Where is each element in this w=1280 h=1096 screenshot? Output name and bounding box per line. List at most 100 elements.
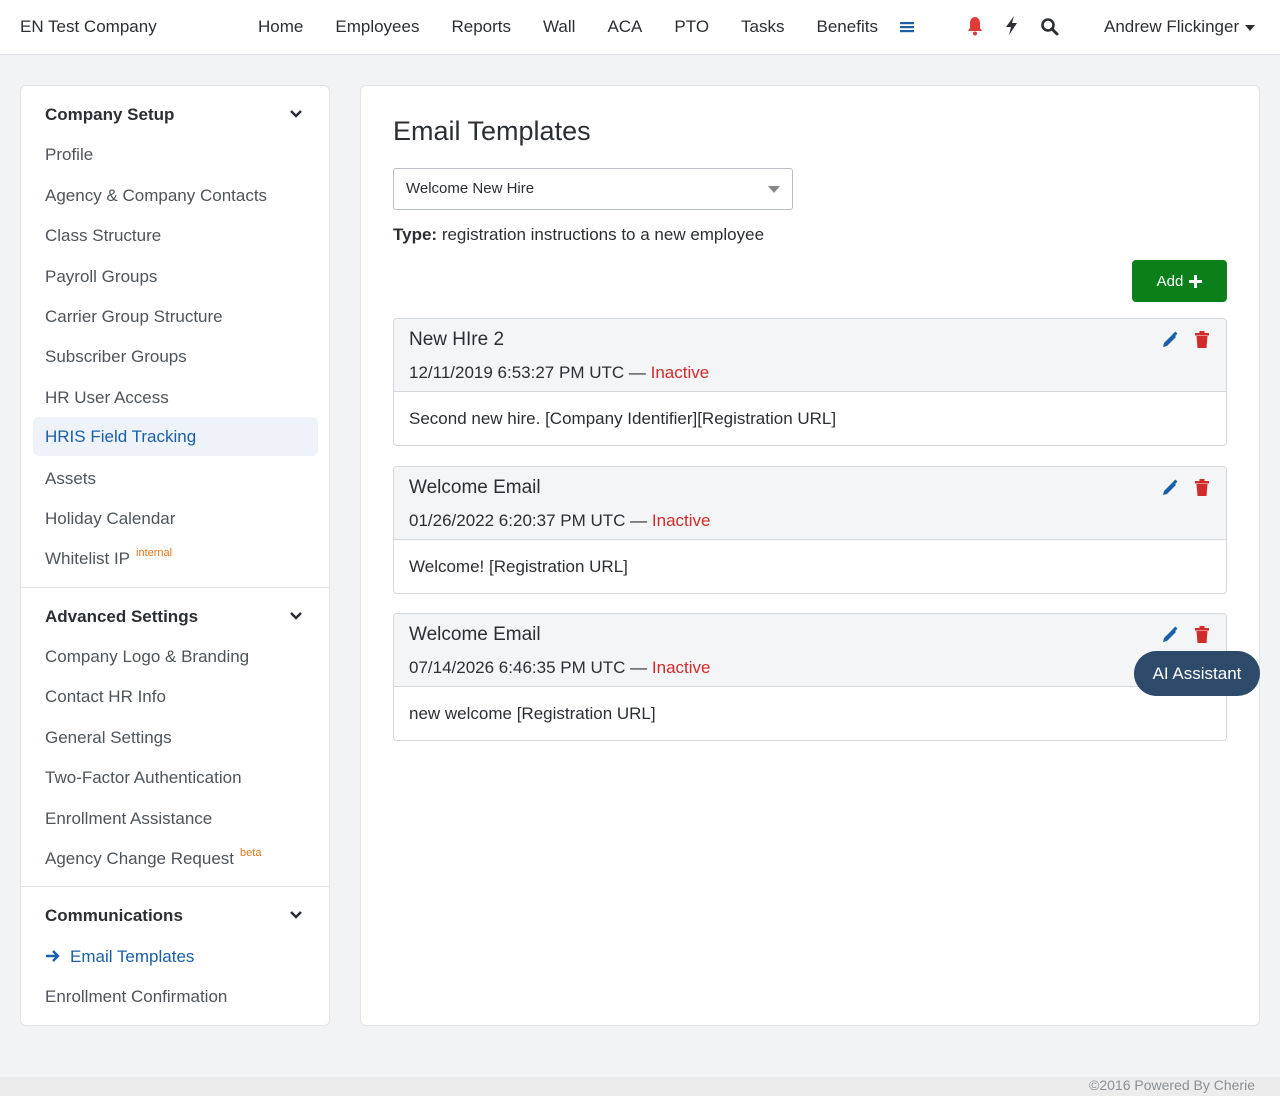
template-meta: 12/11/2019 6:53:27 PM UTC — Inactive bbox=[409, 363, 709, 383]
pencil-icon[interactable] bbox=[1161, 479, 1179, 497]
footer-text: ©2016 Powered By Cherie bbox=[1089, 1077, 1255, 1093]
nav-icons bbox=[898, 15, 1060, 37]
dropdown-arrow-icon bbox=[768, 186, 780, 193]
sidebar-item-subscriber-groups[interactable]: Subscriber Groups bbox=[45, 347, 187, 367]
separator: — bbox=[630, 658, 648, 677]
search-icon[interactable] bbox=[1040, 15, 1060, 37]
bell-icon[interactable] bbox=[966, 15, 986, 37]
plus-icon bbox=[1189, 274, 1203, 288]
template-card: Welcome Email 01/26/2022 6:20:37 PM UTC … bbox=[393, 466, 1227, 594]
menu-icon[interactable] bbox=[898, 15, 918, 37]
sidebar-item-email-templates[interactable]: Email Templates bbox=[45, 947, 194, 967]
pencil-icon[interactable] bbox=[1161, 331, 1179, 349]
trash-icon[interactable] bbox=[1194, 331, 1212, 349]
template-body: Second new hire. [Company Identifier][Re… bbox=[409, 409, 837, 428]
divider bbox=[21, 587, 329, 588]
sidebar-item-two-factor[interactable]: Two-Factor Authentication bbox=[45, 768, 242, 788]
sidebar-item-hris-field-tracking[interactable]: HRIS Field Tracking bbox=[33, 417, 318, 456]
type-description: Type: registration instructions to a new… bbox=[393, 225, 764, 245]
status-badge: Inactive bbox=[650, 363, 710, 382]
separator: — bbox=[628, 363, 646, 382]
template-actions bbox=[1146, 479, 1212, 497]
top-navbar: EN Test Company Home Employees Reports W… bbox=[0, 0, 1280, 55]
user-menu[interactable]: Andrew Flickinger bbox=[1104, 17, 1256, 37]
email-templates-panel: Email Templates Welcome New Hire Type: r… bbox=[360, 85, 1260, 1026]
template-type-select[interactable]: Welcome New Hire bbox=[393, 168, 793, 210]
add-label: Add bbox=[1156, 272, 1184, 290]
sidebar-item-agency-contacts[interactable]: Agency & Company Contacts bbox=[45, 186, 267, 206]
bolt-icon[interactable] bbox=[1003, 15, 1023, 37]
sidebar-item-profile[interactable]: Profile bbox=[45, 145, 93, 165]
section-company-setup[interactable]: Company Setup bbox=[45, 105, 174, 125]
sidebar-item-general-settings[interactable]: General Settings bbox=[45, 728, 172, 748]
nav-pto[interactable]: PTO bbox=[674, 17, 709, 37]
add-template-button[interactable]: Add bbox=[1132, 260, 1227, 302]
footer-bar bbox=[0, 1077, 1280, 1096]
section-communications[interactable]: Communications bbox=[45, 906, 183, 926]
sidebar-item-hr-user-access[interactable]: HR User Access bbox=[45, 388, 169, 408]
sidebar-item-whitelist-ip[interactable]: Whitelist IP internal bbox=[45, 547, 173, 569]
company-name[interactable]: EN Test Company bbox=[20, 17, 157, 37]
main-nav: Home Employees Reports Wall ACA PTO Task… bbox=[258, 17, 910, 37]
settings-sidebar: Company Setup Profile Agency & Company C… bbox=[20, 85, 330, 1026]
template-header: New HIre 2 12/11/2019 6:53:27 PM UTC — I… bbox=[394, 319, 1226, 392]
status-badge: Inactive bbox=[651, 511, 711, 530]
nav-wall[interactable]: Wall bbox=[543, 17, 575, 37]
template-header: Welcome Email 07/14/2026 6:46:35 PM UTC … bbox=[394, 614, 1226, 687]
sidebar-item-label: Agency Change Request bbox=[45, 849, 235, 868]
page-title: Email Templates bbox=[393, 116, 591, 146]
caret-down-icon bbox=[1245, 24, 1256, 31]
ai-assistant-button[interactable]: AI Assistant bbox=[1134, 651, 1260, 696]
chevron-down-icon[interactable] bbox=[289, 109, 303, 119]
beta-badge: beta bbox=[240, 847, 262, 859]
sidebar-item-enrollment-confirmation[interactable]: Enrollment Confirmation bbox=[45, 987, 227, 1007]
chevron-down-icon[interactable] bbox=[289, 910, 303, 920]
template-body: new welcome [Registration URL] bbox=[409, 704, 656, 723]
nav-aca[interactable]: ACA bbox=[607, 17, 642, 37]
chevron-down-icon[interactable] bbox=[289, 611, 303, 621]
template-date: 01/26/2022 6:20:37 PM UTC bbox=[409, 511, 626, 530]
internal-badge: internal bbox=[136, 547, 173, 559]
template-meta: 07/14/2026 6:46:35 PM UTC — Inactive bbox=[409, 658, 710, 678]
trash-icon[interactable] bbox=[1194, 479, 1212, 497]
template-name: Welcome Email bbox=[409, 624, 541, 645]
template-card: Welcome Email 07/14/2026 6:46:35 PM UTC … bbox=[393, 613, 1227, 741]
template-name: New HIre 2 bbox=[409, 329, 505, 350]
template-date: 07/14/2026 6:46:35 PM UTC bbox=[409, 658, 626, 677]
template-date: 12/11/2019 6:53:27 PM UTC bbox=[409, 363, 625, 382]
template-name: Welcome Email bbox=[409, 477, 541, 498]
template-meta: 01/26/2022 6:20:37 PM UTC — Inactive bbox=[409, 511, 710, 531]
separator: — bbox=[630, 511, 648, 530]
template-card: New HIre 2 12/11/2019 6:53:27 PM UTC — I… bbox=[393, 318, 1227, 446]
status-badge: Inactive bbox=[651, 658, 711, 677]
sidebar-item-enrollment-assistance[interactable]: Enrollment Assistance bbox=[45, 809, 212, 829]
pencil-icon[interactable] bbox=[1161, 626, 1179, 644]
sidebar-item-carrier-group-structure[interactable]: Carrier Group Structure bbox=[45, 307, 223, 327]
nav-reports[interactable]: Reports bbox=[451, 17, 511, 37]
section-advanced-settings[interactable]: Advanced Settings bbox=[45, 607, 198, 627]
sidebar-item-contact-hr-info[interactable]: Contact HR Info bbox=[45, 687, 166, 707]
sidebar-item-logo-branding[interactable]: Company Logo & Branding bbox=[45, 647, 249, 667]
select-value: Welcome New Hire bbox=[406, 180, 535, 197]
trash-icon[interactable] bbox=[1194, 626, 1212, 644]
arrow-right-icon bbox=[46, 950, 60, 962]
template-body: Welcome! [Registration URL] bbox=[409, 557, 628, 576]
template-actions bbox=[1146, 331, 1212, 349]
template-actions bbox=[1146, 626, 1212, 644]
nav-tasks[interactable]: Tasks bbox=[741, 17, 784, 37]
nav-home[interactable]: Home bbox=[258, 17, 303, 37]
sidebar-item-label: Email Templates bbox=[70, 947, 195, 966]
sidebar-item-agency-change-request[interactable]: Agency Change Request beta bbox=[45, 847, 262, 869]
sidebar-item-assets[interactable]: Assets bbox=[45, 469, 96, 489]
nav-benefits[interactable]: Benefits bbox=[817, 17, 878, 37]
divider bbox=[21, 886, 329, 887]
sidebar-item-holiday-calendar[interactable]: Holiday Calendar bbox=[45, 509, 175, 529]
nav-employees[interactable]: Employees bbox=[335, 17, 419, 37]
sidebar-item-class-structure[interactable]: Class Structure bbox=[45, 226, 161, 246]
template-header: Welcome Email 01/26/2022 6:20:37 PM UTC … bbox=[394, 467, 1226, 540]
sidebar-item-label: Whitelist IP bbox=[45, 549, 131, 568]
sidebar-item-payroll-groups[interactable]: Payroll Groups bbox=[45, 267, 157, 287]
type-value: registration instructions to a new emplo… bbox=[441, 225, 765, 244]
user-name: Andrew Flickinger bbox=[1104, 17, 1240, 36]
type-label: Type: bbox=[393, 225, 438, 244]
